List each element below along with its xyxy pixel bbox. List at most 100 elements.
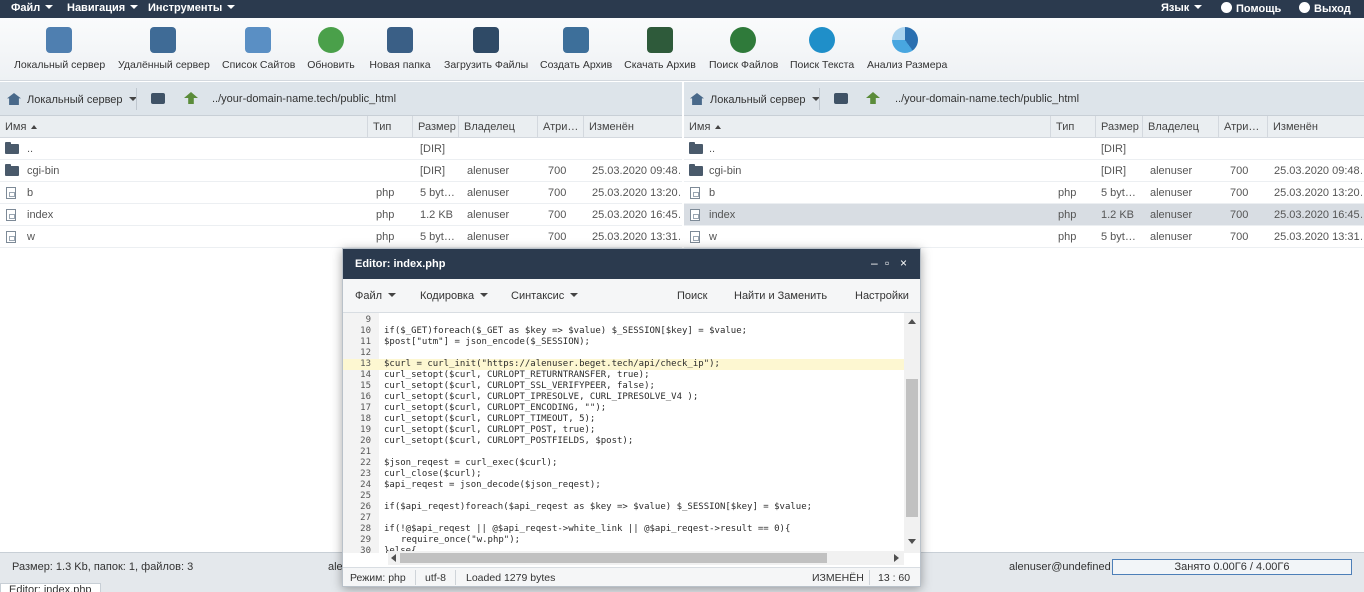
toolbar-refresh-button[interactable]: Обновить bbox=[306, 27, 356, 71]
horizontal-scrollbar[interactable] bbox=[388, 551, 904, 565]
menu-file[interactable]: Файл bbox=[11, 2, 54, 14]
editor-settings-button[interactable]: Настройки bbox=[855, 290, 909, 302]
divider bbox=[455, 570, 456, 585]
close-icon[interactable]: × bbox=[900, 256, 907, 270]
toolbar-download-archive-button[interactable]: Скачать Архив bbox=[624, 27, 696, 71]
column-attributes[interactable]: Атри… bbox=[1218, 116, 1267, 138]
code-line[interactable]: 24 $api_reqest = json_decode($json_reqest… bbox=[343, 480, 904, 491]
line-number: 26 bbox=[360, 502, 371, 512]
code-line[interactable]: 19 curl_setopt($curl, CURLOPT_POST, true)… bbox=[343, 425, 904, 436]
menu-navigation[interactable]: Навигация bbox=[67, 2, 139, 14]
column-modified[interactable]: Изменён bbox=[583, 116, 682, 138]
code-line[interactable]: 27 bbox=[343, 513, 904, 524]
toolbar-size-analysis-button[interactable]: Анализ Размера bbox=[867, 27, 947, 71]
table-row[interactable]: cgi-bin [DIR] alenuser 700 25.03.2020 09… bbox=[0, 160, 682, 182]
code-line[interactable]: 14 curl_setopt($curl, CURLOPT_RETURNTRANS… bbox=[343, 370, 904, 381]
code-line[interactable]: 21 bbox=[343, 447, 904, 458]
code-line[interactable]: 15 curl_setopt($curl, CURLOPT_SSL_VERIFYP… bbox=[343, 381, 904, 392]
code-line[interactable]: 22 $json_reqest = curl_exec($curl); bbox=[343, 458, 904, 469]
code-line[interactable]: 10 if($_GET)foreach($_GET as $key => $val… bbox=[343, 326, 904, 337]
menu-help[interactable]: Помощь bbox=[1221, 2, 1281, 15]
left-server-selector[interactable]: Локальный сервер bbox=[7, 93, 137, 106]
column-size[interactable]: Размер bbox=[412, 116, 458, 138]
editor-find-replace-button[interactable]: Найти и Заменить bbox=[734, 290, 827, 302]
table-row[interactable]: b php 5 byt… alenuser 700 25.03.2020 13:… bbox=[684, 182, 1364, 204]
column-owner[interactable]: Владелец bbox=[458, 116, 537, 138]
code-line[interactable]: 17 curl_setopt($curl, CURLOPT_ENCODING, "… bbox=[343, 403, 904, 414]
scroll-left-icon[interactable] bbox=[391, 554, 396, 562]
menu-tools[interactable]: Инструменты bbox=[148, 2, 236, 14]
upload-icon[interactable] bbox=[866, 92, 880, 104]
code-line[interactable]: 28 if(!@$api_reqest || @$api_reqest->whit… bbox=[343, 524, 904, 535]
menu-logout[interactable]: Выход bbox=[1299, 2, 1351, 15]
code-area[interactable]: 9 10 if($_GET)foreach($_GET as $key => $va… bbox=[343, 313, 904, 553]
scroll-thumb[interactable] bbox=[400, 553, 827, 563]
code-line[interactable]: 25 bbox=[343, 491, 904, 502]
right-server-selector[interactable]: Локальный сервер bbox=[690, 93, 820, 106]
right-path[interactable]: ../your-domain-name.tech/public_html bbox=[895, 93, 1079, 105]
table-row[interactable]: b php 5 byt… alenuser 700 25.03.2020 13:… bbox=[0, 182, 682, 204]
code-text: if(!@$api_reqest || @$api_reqest->white_… bbox=[384, 524, 791, 534]
code-line[interactable]: 12 bbox=[343, 348, 904, 359]
code-line[interactable]: 26 if($api_reqest)foreach($api_reqest as … bbox=[343, 502, 904, 513]
left-path[interactable]: ../your-domain-name.tech/public_html bbox=[212, 93, 396, 105]
toolbar-upload-files-button[interactable]: Загрузить Файлы bbox=[444, 27, 528, 71]
column-name[interactable]: Имя bbox=[684, 116, 1050, 138]
column-modified[interactable]: Изменён bbox=[1267, 116, 1364, 138]
upload-icon[interactable] bbox=[184, 92, 198, 104]
column-owner[interactable]: Владелец bbox=[1142, 116, 1218, 138]
column-type[interactable]: Тип bbox=[1050, 116, 1095, 138]
server-icon[interactable] bbox=[151, 93, 165, 104]
line-number: 24 bbox=[360, 480, 371, 490]
code-line[interactable]: 23 curl_close($curl); bbox=[343, 469, 904, 480]
toolbar-local-server-button[interactable]: Локальный сервер bbox=[14, 27, 105, 71]
scroll-right-icon[interactable] bbox=[894, 554, 899, 562]
home-icon bbox=[690, 93, 704, 105]
editor-search-button[interactable]: Поиск bbox=[677, 290, 707, 302]
code-line[interactable]: 16 curl_setopt($curl, CURLOPT_IPRESOLVE, … bbox=[343, 392, 904, 403]
editor-menu-syntax[interactable]: Синтаксис bbox=[511, 290, 579, 302]
line-number: 20 bbox=[360, 436, 371, 446]
editor-titlebar[interactable]: Editor: index.php – ▫ × bbox=[343, 249, 920, 279]
table-row[interactable]: w php 5 byt… alenuser 700 25.03.2020 13:… bbox=[0, 226, 682, 248]
toolbar-remote-server-button[interactable]: Удалённый сервер bbox=[118, 27, 210, 71]
server-icon[interactable] bbox=[834, 93, 848, 104]
column-name[interactable]: Имя bbox=[0, 116, 367, 138]
scroll-down-icon[interactable] bbox=[908, 539, 916, 544]
maximize-icon[interactable]: ▫ bbox=[885, 256, 889, 270]
code-line[interactable]: 20 curl_setopt($curl, CURLOPT_POSTFIELDS,… bbox=[343, 436, 904, 447]
code-line[interactable]: 9 bbox=[343, 315, 904, 326]
toolbar-label: Загрузить Файлы bbox=[444, 59, 529, 71]
taskbar-editor-button[interactable]: Editor: index.php bbox=[0, 583, 101, 592]
column-type[interactable]: Тип bbox=[367, 116, 412, 138]
toolbar-new-folder-button[interactable]: Новая папка bbox=[369, 27, 431, 71]
scroll-thumb[interactable] bbox=[906, 379, 918, 517]
column-attributes[interactable]: Атри… bbox=[537, 116, 583, 138]
menu-language[interactable]: Язык bbox=[1161, 2, 1203, 14]
editor-menu-file[interactable]: Файл bbox=[355, 290, 397, 302]
table-row[interactable]: w php 5 byt… alenuser 700 25.03.2020 13:… bbox=[684, 226, 1364, 248]
table-row[interactable]: index php 1.2 KB alenuser 700 25.03.2020… bbox=[0, 204, 682, 226]
table-row[interactable]: .. [DIR] bbox=[684, 138, 1364, 160]
table-row[interactable]: cgi-bin [DIR] alenuser 700 25.03.2020 09… bbox=[684, 160, 1364, 182]
file-owner: alenuser bbox=[467, 209, 510, 221]
table-row[interactable]: .. [DIR] bbox=[0, 138, 682, 160]
toolbar-search-text-button[interactable]: Поиск Текста bbox=[790, 27, 854, 71]
line-number: 23 bbox=[360, 469, 371, 479]
code-line[interactable]: 18 curl_setopt($curl, CURLOPT_TIMEOUT, 5)… bbox=[343, 414, 904, 425]
file-name: w bbox=[709, 231, 717, 243]
table-row-selected[interactable]: index php 1.2 KB alenuser 700 25.03.2020… bbox=[684, 204, 1364, 226]
toolbar-create-archive-button[interactable]: Создать Архив bbox=[540, 27, 612, 71]
editor-menu-encoding[interactable]: Кодировка bbox=[420, 290, 489, 302]
code-line[interactable]: 13 $curl = curl_init("https://alenuser.be… bbox=[343, 359, 904, 370]
code-line[interactable]: 29 require_once("w.php"); bbox=[343, 535, 904, 546]
toolbar-search-files-button[interactable]: Поиск Файлов bbox=[709, 27, 778, 71]
code-text: curl_setopt($curl, CURLOPT_POST, true); bbox=[384, 425, 596, 435]
vertical-scrollbar[interactable] bbox=[904, 313, 920, 553]
code-line[interactable]: 11 $post["utm"] = json_encode($_SESSION); bbox=[343, 337, 904, 348]
toolbar-site-list-button[interactable]: Список Сайтов bbox=[222, 27, 295, 71]
column-size[interactable]: Размер bbox=[1095, 116, 1142, 138]
sort-asc-icon bbox=[715, 125, 722, 129]
scroll-up-icon[interactable] bbox=[908, 319, 916, 324]
minimize-icon[interactable]: – bbox=[871, 256, 878, 270]
